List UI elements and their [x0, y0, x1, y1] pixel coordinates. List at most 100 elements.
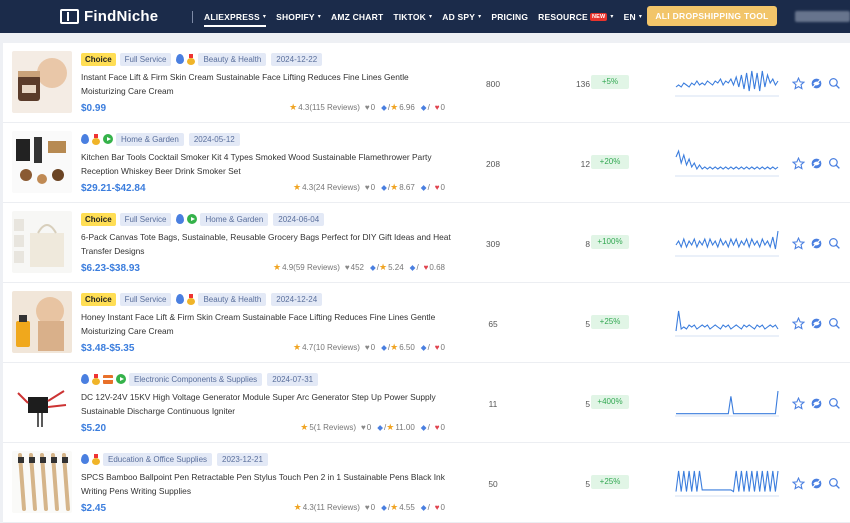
product-meta: $0.99 ★ 4.3(115 Reviews) ♥ 0 ◆ / ★ 6.96 ◆ / ♥ 0: [81, 101, 453, 115]
product-info: Choice Full Service Beauty & Health 2024-12…: [81, 292, 453, 355]
nav-item-aliexpress[interactable]: ALIEXPRESS ▾: [204, 0, 267, 33]
drop-icon: [176, 54, 185, 64]
dislike-heart-icon: ♥: [423, 263, 429, 272]
ali-dropshipping-tool-button[interactable]: ALI DROPSHIPPING TOOL: [647, 6, 777, 26]
favorite-star-icon[interactable]: [790, 316, 806, 330]
listing-date-tag: 2024-06-04: [273, 212, 325, 226]
hide-product-icon[interactable]: [808, 76, 824, 90]
product-info: Choice Full Service Beauty & Health 2024-12…: [81, 52, 453, 115]
product-list: Choice Full Service Beauty & Health 2024-12…: [3, 43, 850, 523]
product-row[interactable]: Choice Full Service Beauty & Health 2024-12…: [3, 43, 850, 123]
nav-item-ad-spy[interactable]: AD SPY ▾: [442, 0, 481, 33]
product-image[interactable]: [12, 371, 72, 433]
rating-star-icon: ★: [300, 422, 309, 432]
separator-slash: /: [416, 263, 419, 272]
product-price: $3.48-$5.35: [81, 342, 135, 354]
price-tag-icon: ◆: [369, 263, 376, 272]
product-meta: $3.48-$5.35 ★ 4.7(10 Reviews) ♥ 0 ◆ / ★ 6.50 ◆ / ♥ 0: [81, 341, 453, 355]
rating-text: 4.7(10 Reviews): [302, 343, 360, 352]
chevron-down-icon: ▾: [610, 14, 614, 20]
logo-icon: [60, 9, 79, 24]
product-title[interactable]: 6-Pack Canvas Tote Bags, Sustainable, Re…: [81, 230, 453, 258]
hide-product-icon[interactable]: [808, 396, 824, 410]
nav-item-shopify[interactable]: SHOPIFY ▾: [276, 0, 321, 33]
product-stats: ★ 4.3(24 Reviews) ♥ 0 ◆ / ★ 8.67 ◆ / ♥ 0: [293, 182, 445, 193]
product-meta: $29.21-$42.84 ★ 4.3(24 Reviews) ♥ 0 ◆ / ★ 8.67 ◆ /…: [81, 181, 453, 195]
category-tag[interactable]: Beauty & Health: [198, 292, 267, 306]
nav-item-amz-chart[interactable]: AMZ CHART: [331, 0, 383, 33]
product-row[interactable]: Electronic Components & Supplies 2024-07-…: [3, 363, 850, 443]
search-similar-icon[interactable]: [826, 396, 842, 410]
favorite-star-icon[interactable]: [790, 76, 806, 90]
choice-badge: Choice: [81, 292, 116, 306]
product-image[interactable]: [12, 451, 72, 513]
play-icon: [103, 134, 113, 144]
product-tags: Education & Office Supplies 2023-12-21: [81, 452, 453, 466]
user-account-menu[interactable]: [795, 11, 850, 22]
score-value: 6.96: [399, 103, 415, 112]
price-tag-icon: ◆: [420, 423, 427, 432]
product-title[interactable]: Honey Instant Face Lift & Firm Skin Crea…: [81, 310, 453, 338]
nav-item-en[interactable]: EN ▾: [624, 0, 642, 33]
medal-icon: [187, 53, 196, 65]
sales-trend-chart: [675, 467, 779, 499]
favorite-star-icon[interactable]: [790, 156, 806, 170]
product-title[interactable]: Kitchen Bar Tools Cocktail Smoker Kit 4 …: [81, 150, 453, 178]
new-badge: NEW: [589, 12, 608, 21]
search-similar-icon[interactable]: [826, 236, 842, 250]
product-title[interactable]: DC 12V-24V 15KV High Voltage Generator M…: [81, 390, 453, 418]
dislike-value: 0: [440, 183, 445, 192]
product-image[interactable]: [12, 131, 72, 193]
product-row[interactable]: Choice Full Service Beauty & Health 2024-12…: [3, 283, 850, 363]
nav-item-label: RESOURCE: [538, 11, 588, 22]
favorite-star-icon[interactable]: [790, 476, 806, 490]
hide-product-icon[interactable]: [808, 236, 824, 250]
product-row[interactable]: Home & Garden 2024-05-12 Kitchen Bar Tools…: [3, 123, 850, 203]
separator-slash: /: [427, 423, 430, 432]
product-image[interactable]: [12, 291, 72, 353]
trend-line: [675, 470, 779, 493]
rating-star-icon: ★: [293, 342, 302, 352]
dislike-heart-icon: ♥: [434, 103, 440, 112]
medal-icon: [92, 373, 100, 385]
sales-count: 8: [585, 239, 590, 249]
search-similar-icon[interactable]: [826, 156, 842, 170]
nav-item-label: ALIEXPRESS: [204, 11, 260, 22]
nav-item-tiktok[interactable]: TIKTOK ▾: [393, 0, 432, 33]
score-star-icon: ★: [386, 422, 395, 432]
chevron-down-icon: ▾: [478, 14, 482, 20]
chevron-down-icon: ▾: [638, 14, 643, 20]
full-service-badge: Full Service: [119, 292, 172, 306]
category-tag[interactable]: Education & Office Supplies: [103, 452, 213, 466]
listing-date-tag: 2023-12-21: [217, 452, 268, 466]
product-image[interactable]: [12, 211, 72, 273]
product-title[interactable]: SPCS Bamboo Ballpoint Pen Retractable Pe…: [81, 470, 453, 498]
nav-item-pricing[interactable]: PRICING: [491, 0, 528, 33]
score-star-icon: ★: [390, 502, 399, 512]
sales-trend-chart: [675, 67, 779, 99]
favorite-star-icon[interactable]: [790, 236, 806, 250]
category-tag[interactable]: Beauty & Health: [198, 52, 267, 66]
category-tag[interactable]: Home & Garden: [200, 212, 269, 226]
product-row[interactable]: Education & Office Supplies 2023-12-21 SPC…: [3, 443, 850, 523]
category-tag[interactable]: Home & Garden: [116, 132, 184, 146]
listing-date-tag: 2024-05-12: [188, 132, 240, 146]
hide-product-icon[interactable]: [808, 476, 824, 490]
brand-logo[interactable]: FindNiche: [60, 8, 190, 25]
favorite-star-icon[interactable]: [790, 396, 806, 410]
price-tag-icon: ◆: [420, 343, 427, 352]
search-similar-icon[interactable]: [826, 76, 842, 90]
search-similar-icon[interactable]: [826, 476, 842, 490]
hide-product-icon[interactable]: [808, 316, 824, 330]
product-stats: ★ 4.3(11 Reviews) ♥ 0 ◆ / ★ 4.55 ◆ / ♥ 0: [294, 502, 445, 513]
search-similar-icon[interactable]: [826, 316, 842, 330]
product-row[interactable]: Choice Full Service Home & Garden 2024-06-0…: [3, 203, 850, 283]
hide-product-icon[interactable]: [808, 156, 824, 170]
nav-item-resource[interactable]: RESOURCE NEW ▾: [538, 0, 613, 33]
category-tag[interactable]: Electronic Components & Supplies: [129, 372, 263, 386]
sales-trend-chart: [675, 387, 779, 419]
product-stats: ★ 4.7(10 Reviews) ♥ 0 ◆ / ★ 6.50 ◆ / ♥ 0: [293, 342, 445, 353]
product-image[interactable]: [12, 51, 72, 113]
full-service-badge: Full Service: [119, 52, 172, 66]
product-title[interactable]: Instant Face Lift & Firm Skin Cream Sust…: [81, 70, 453, 98]
